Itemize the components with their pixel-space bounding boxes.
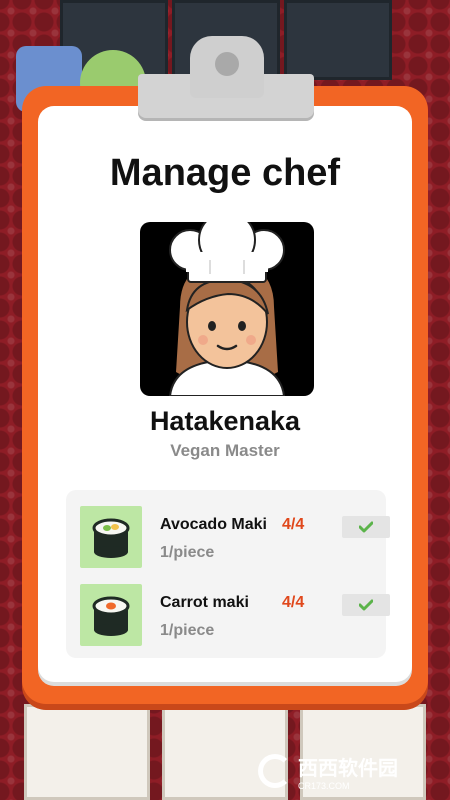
recipe-row[interactable]: Carrot maki 4/4 1/piece [80,584,390,650]
recipe-price: 1/piece [160,622,215,639]
recipe-count: 4/4 [282,516,305,533]
chef-portrait [140,222,314,396]
shrimp-nigiri-dish[interactable] [24,704,150,800]
recipe-toggle[interactable] [342,516,390,538]
checkmark-icon [359,521,373,533]
recipe-toggle[interactable] [342,594,390,616]
checkmark-icon [359,599,373,611]
top-station-3 [284,0,392,80]
carrot-maki-icon [80,584,142,646]
clipboard-clip-hole [215,52,239,76]
avocado-maki-icon [80,506,142,568]
recipe-row[interactable]: Avocado Maki 4/4 1/piece [80,506,390,572]
chef-name: Hatakenaka [149,406,301,436]
recipe-price: 1/piece [160,544,215,561]
site-watermark: 西西软件园 CR173.COM [258,750,438,792]
recipe-list: Avocado Maki 4/4 1/piece Carrot maki 4/4… [66,490,390,658]
watermark-site: CR173.COM [298,780,350,791]
chef-title: Vegan Master [170,441,280,460]
recipe-count: 4/4 [282,594,305,611]
chef-avatar-icon [168,222,286,396]
dialog-title: Manage chef [109,152,341,194]
watermark-logo-icon [258,754,292,788]
recipe-name: Avocado Maki [160,516,267,533]
watermark-brand: 西西软件园 [298,757,398,780]
recipe-name: Carrot maki [160,594,249,611]
